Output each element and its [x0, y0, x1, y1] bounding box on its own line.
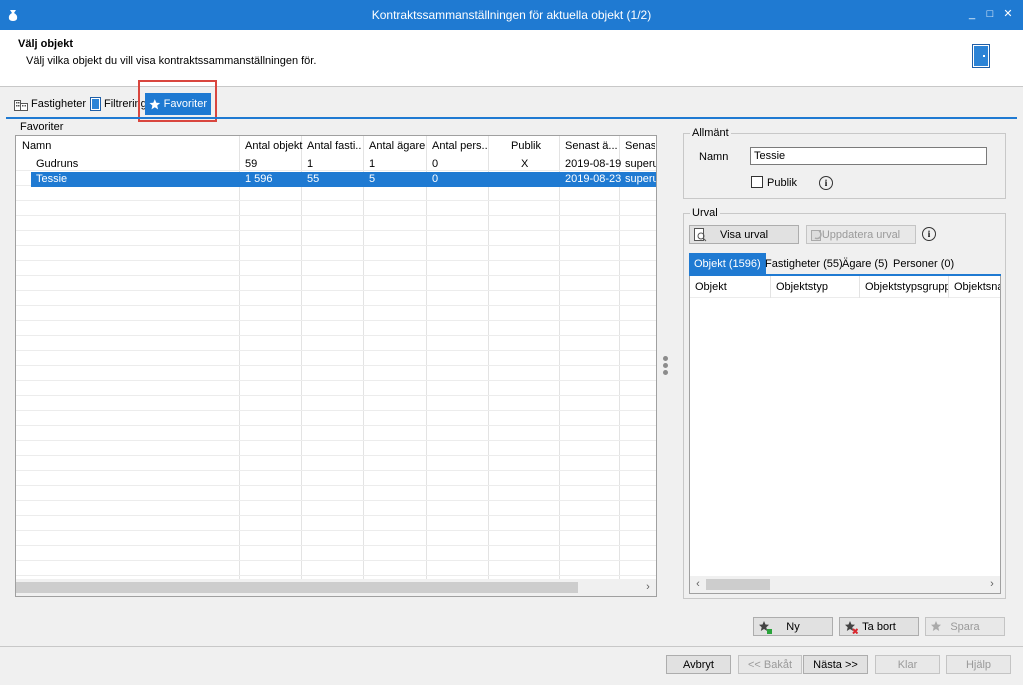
selection-grid[interactable]: Objekt Objektstyp Objektstypsgrupp Objek… — [689, 276, 1001, 594]
close-button[interactable]: ✕ — [1000, 6, 1016, 22]
row-gudruns-antal-personer: 0 — [432, 158, 439, 170]
selection-group-label: Urval — [690, 207, 720, 219]
new-favorite-label: Ny — [786, 620, 800, 633]
row-gudruns-senast-andrad: 2019-08-19 — [565, 158, 622, 170]
column-header-objekt[interactable]: Objekt — [690, 276, 771, 298]
save-favorite-button[interactable]: Spara — [925, 617, 1005, 636]
favorites-grid[interactable]: Namn Antal objekt Antal fasti... Antal ä… — [15, 135, 657, 597]
page-title: Välj objekt — [18, 38, 74, 50]
back-button[interactable]: << Bakåt — [738, 655, 802, 674]
title-bar: Kontraktssammanställningen för aktuella … — [0, 0, 1023, 30]
column-header-antal-fastigheter[interactable]: Antal fasti... — [307, 139, 362, 154]
row-tessie-antal-fastigheter: 55 — [307, 173, 320, 185]
minimize-button[interactable]: _ — [964, 6, 980, 22]
public-label: Publik — [767, 177, 797, 189]
maximize-button[interactable]: □ — [982, 6, 998, 22]
tab-personer[interactable]: Personer (0) — [888, 253, 959, 275]
show-selection-button[interactable]: Visa urval — [689, 225, 799, 244]
general-group: Allmänt — [683, 127, 1006, 199]
column-header-antal-personer[interactable]: Antal pers... — [432, 139, 487, 154]
name-input[interactable] — [750, 147, 987, 165]
page-subtitle: Välj vilka objekt du vill visa kontrakts… — [26, 55, 317, 67]
tab-agare[interactable]: Ägare (5) — [837, 253, 893, 275]
next-button[interactable]: Nästa >> — [803, 655, 868, 674]
info-icon[interactable]: i — [819, 176, 833, 190]
star-save-icon — [931, 621, 941, 631]
row-gudruns-antal-objekt: 59 — [245, 158, 258, 170]
help-button[interactable]: Hjälp — [946, 655, 1011, 674]
star-add-icon — [759, 621, 772, 634]
finish-button[interactable]: Klar — [875, 655, 940, 674]
building-icon — [14, 99, 28, 111]
column-header-antal-objekt[interactable]: Antal objekt — [245, 139, 303, 154]
selection-grid-header: Objekt Objektstyp Objektstypsgrupp Objek… — [690, 276, 1000, 298]
update-selection-label: Uppdatera urval — [821, 228, 901, 241]
row-tessie-antal-agare: 5 — [369, 173, 376, 185]
window-title: Kontraktssammanställningen för aktuella … — [371, 8, 652, 22]
selection-hscrollbar[interactable]: ‹ › — [690, 576, 1000, 593]
row-tessie-antal-objekt: 1 596 — [245, 173, 273, 185]
row-gudruns-senast-av: superus — [625, 158, 656, 170]
selection-info-icon[interactable]: i — [922, 227, 936, 241]
column-header-antal-agare[interactable]: Antal ägare — [369, 139, 425, 154]
row-tessie-senast-av: superus — [625, 173, 656, 185]
tab-fastigheter[interactable]: Fastigheter — [10, 93, 90, 115]
row-gudruns-publik: X — [521, 158, 529, 170]
new-favorite-button[interactable]: Ny — [753, 617, 833, 636]
show-selection-label: Visa urval — [719, 228, 769, 241]
cancel-button[interactable]: Avbryt — [666, 655, 731, 674]
delete-favorite-label: Ta bort — [862, 620, 896, 633]
general-group-label: Allmänt — [690, 127, 731, 139]
column-header-objektsnamn[interactable]: Objektsnam — [949, 276, 1000, 298]
selection-scrollbar-thumb[interactable] — [706, 579, 770, 590]
row-tessie-senast-andrad: 2019-08-23 — [565, 173, 622, 185]
door-icon — [972, 44, 990, 68]
column-header-senast-av[interactable]: Senast — [625, 139, 655, 154]
table-row-selected[interactable] — [31, 172, 656, 187]
row-tessie-namn[interactable]: Tessie — [36, 172, 67, 187]
selection-scroll-left-button[interactable]: ‹ — [690, 576, 706, 593]
star-delete-icon — [845, 621, 858, 634]
favorites-hscrollbar[interactable]: › — [16, 579, 656, 596]
favorites-group-label: Favoriter — [20, 121, 64, 133]
splitter-grip[interactable] — [663, 356, 669, 378]
tab-highlight-box — [138, 80, 217, 122]
column-header-objektstyp[interactable]: Objektstyp — [771, 276, 860, 298]
magnifier-document-icon — [694, 228, 707, 242]
column-header-publik[interactable]: Publik — [511, 139, 541, 154]
row-gudruns-namn[interactable]: Gudruns — [36, 157, 78, 172]
save-favorite-label: Spara — [950, 620, 980, 633]
row-gudruns-antal-fastigheter: 1 — [307, 158, 314, 170]
name-label: Namn — [699, 151, 729, 163]
scroll-right-button[interactable]: › — [640, 579, 656, 596]
delete-favorite-button[interactable]: Ta bort — [839, 617, 919, 636]
refresh-icon — [811, 230, 822, 241]
column-header-objektstypsgrupp[interactable]: Objektstypsgrupp — [860, 276, 949, 298]
tab-underline — [6, 117, 1017, 119]
public-checkbox[interactable] — [751, 176, 763, 188]
filter-icon — [90, 97, 101, 111]
row-tessie-antal-personer: 0 — [432, 173, 439, 185]
scrollbar-thumb[interactable] — [16, 582, 578, 593]
footer-separator — [0, 646, 1023, 647]
update-selection-button[interactable]: Uppdatera urval — [806, 225, 916, 244]
tab-fastigheter-selection[interactable]: Fastigheter (55) — [760, 253, 848, 275]
column-header-senast-andrad[interactable]: Senast ä... — [565, 139, 619, 154]
wizard-header: Välj objekt Välj vilka objekt du vill vi… — [0, 30, 1023, 86]
row-gudruns-antal-agare: 1 — [369, 158, 376, 170]
selection-scroll-right-button[interactable]: › — [984, 576, 1000, 593]
tab-objekt[interactable]: Objekt (1596) — [689, 253, 766, 275]
column-header-namn[interactable]: Namn — [22, 139, 51, 154]
tab-fastigheter-label: Fastigheter — [31, 98, 87, 110]
